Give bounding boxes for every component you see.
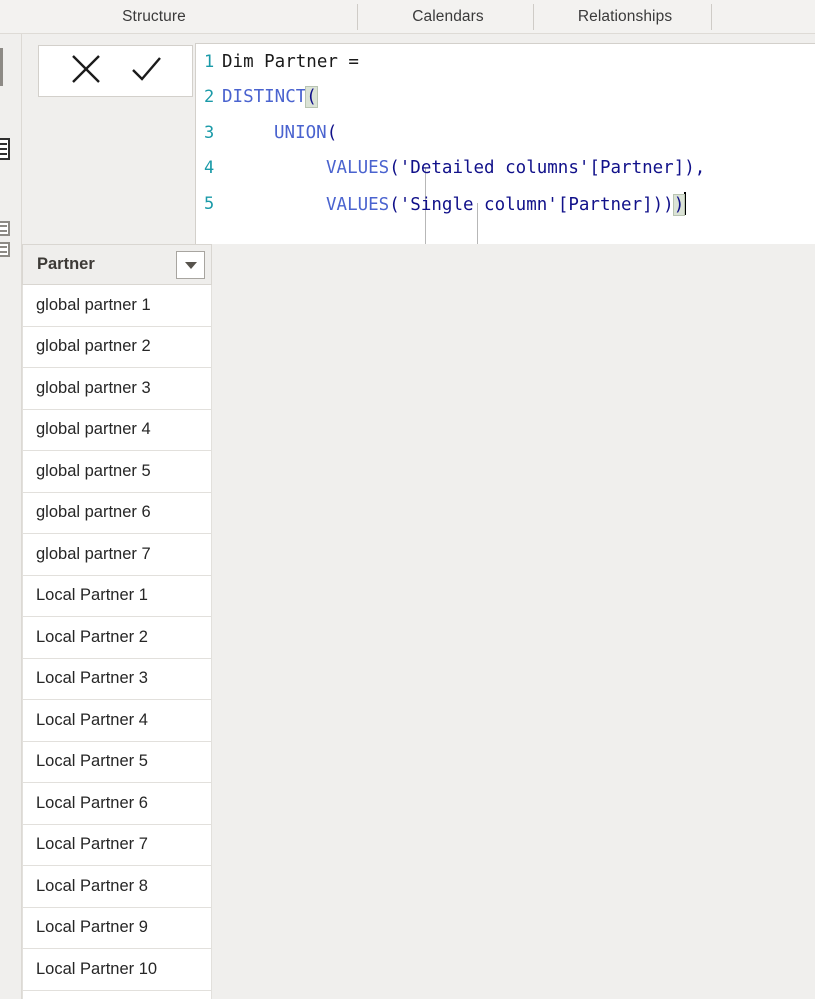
- grid-cell-partner: global partner 4: [36, 420, 151, 439]
- left-icon-rail: [0, 34, 22, 999]
- result-grid: Partner global partner 1 global partner 2…: [22, 244, 212, 999]
- table-row[interactable]: Local Partner 9: [22, 907, 212, 949]
- tab-separator: [711, 4, 712, 30]
- app-window: Structure Calendars Relationships 1 Dim …: [0, 0, 815, 999]
- table-row[interactable]: global partner 6: [22, 492, 212, 534]
- code-text: Dim Partner =: [222, 51, 359, 72]
- paren-close: )): [652, 195, 674, 216]
- check-mark-icon[interactable]: [129, 52, 163, 91]
- grid-cell-partner: global partner 5: [36, 461, 151, 480]
- grid-cell-partner: Local Partner 5: [36, 752, 148, 771]
- view-tab-strip: Structure Calendars Relationships: [0, 0, 815, 34]
- table-row[interactable]: Local Partner 4: [22, 700, 212, 742]
- grid-cell-partner: Local Partner 10: [36, 959, 158, 978]
- table-row[interactable]: Local Partner 3: [22, 658, 212, 700]
- formula-confirm-buttons: [38, 45, 193, 97]
- formula-edit-bar: 1 Dim Partner = 2 DISTINCT( 3 UNION( 4 V…: [22, 34, 815, 275]
- tab-structure-label: Structure: [122, 7, 186, 25]
- table-row[interactable]: Local Partner 8: [22, 866, 212, 908]
- code-line: 1 Dim Partner =: [196, 44, 815, 80]
- table-grid-icon[interactable]: [0, 138, 11, 160]
- paren-close: ),: [684, 158, 706, 179]
- grid-cell-partner: Local Partner 9: [36, 918, 148, 937]
- table-row[interactable]: Local Partner 6: [22, 783, 212, 825]
- line-number: 5: [204, 193, 215, 214]
- vertical-bar-icon[interactable]: [0, 48, 11, 86]
- tab-separator: [357, 4, 358, 30]
- tab-calendars[interactable]: Calendars: [368, 0, 528, 33]
- paren-open: (: [326, 122, 338, 143]
- dax-function-distinct: DISTINCT: [222, 87, 307, 108]
- chevron-down-icon: [184, 261, 197, 269]
- dax-table-ref: 'Detailed columns': [399, 158, 590, 179]
- line-number: 4: [204, 158, 215, 179]
- tab-relationships-label: Relationships: [577, 7, 673, 25]
- grid-cell-partner: Local Partner 4: [36, 710, 148, 729]
- line-number: 2: [204, 87, 215, 108]
- grid-cell-partner: Local Partner 2: [36, 627, 148, 646]
- table-list-icon-secondary[interactable]: [0, 242, 11, 257]
- line-number: 1: [204, 51, 215, 72]
- dax-column-ref: [Partner]: [589, 158, 685, 179]
- table-list-icon[interactable]: [0, 221, 11, 236]
- dax-formula-editor[interactable]: 1 Dim Partner = 2 DISTINCT( 3 UNION( 4 V…: [195, 43, 815, 275]
- table-row[interactable]: global partner 4: [22, 409, 212, 451]
- grid-column-header-label: Partner: [37, 255, 95, 273]
- table-row[interactable]: global partner 5: [22, 451, 212, 493]
- table-row[interactable]: Local Partner 7: [22, 824, 212, 866]
- grid-body: global partner 1 global partner 2 global p…: [22, 285, 212, 999]
- code-line: 3 UNION(: [196, 115, 815, 151]
- grid-cell-partner: global partner 7: [36, 544, 151, 563]
- empty-canvas: [212, 244, 815, 999]
- table-row[interactable]: global partner 3: [22, 368, 212, 410]
- table-row[interactable]: global partner 2: [22, 326, 212, 368]
- grid-cell-partner: Local Partner 7: [36, 835, 148, 854]
- matched-paren-open: (: [305, 86, 318, 109]
- tab-separator: [533, 4, 534, 30]
- table-row[interactable]: Local Partner 10: [22, 949, 212, 991]
- dax-column-ref: [Partner]: [557, 195, 653, 216]
- table-row[interactable]: Local Partner 2: [22, 617, 212, 659]
- tab-relationships[interactable]: Relationships: [540, 0, 710, 33]
- grid-cell-partner: global partner 3: [36, 378, 151, 397]
- dax-function-values: VALUES: [326, 195, 390, 216]
- paren-open: (: [389, 158, 400, 179]
- table-row[interactable]: Local Partner 5: [22, 741, 212, 783]
- tab-calendars-label: Calendars: [412, 7, 484, 25]
- grid-column-header-partner[interactable]: Partner: [22, 244, 212, 285]
- column-filter-button[interactable]: [176, 251, 205, 279]
- tab-structure[interactable]: Structure: [25, 0, 283, 33]
- dax-function-values: VALUES: [326, 158, 390, 179]
- grid-cell-partner: global partner 6: [36, 503, 151, 522]
- grid-cell-partner: global partner 1: [36, 295, 151, 314]
- grid-cell-partner: Local Partner 6: [36, 793, 148, 812]
- dax-function-union: UNION: [274, 122, 327, 143]
- table-row[interactable]: [22, 990, 212, 999]
- paren-open: (: [389, 195, 400, 216]
- code-line: 5 VALUES('Single column'[Partner]))): [196, 186, 815, 222]
- matched-paren-close: ): [672, 194, 686, 217]
- grid-cell-partner: Local Partner 1: [36, 586, 148, 605]
- text-caret: [684, 192, 687, 216]
- code-line: 4 VALUES('Detailed columns'[Partner]),: [196, 151, 815, 187]
- close-x-icon[interactable]: [69, 52, 103, 91]
- grid-cell-partner: Local Partner 3: [36, 669, 148, 688]
- grid-cell-partner: Local Partner 8: [36, 876, 148, 895]
- dax-table-ref: 'Single column': [399, 195, 558, 216]
- line-number: 3: [204, 122, 215, 143]
- table-row[interactable]: global partner 7: [22, 534, 212, 576]
- table-row[interactable]: Local Partner 1: [22, 575, 212, 617]
- grid-cell-partner: global partner 2: [36, 337, 151, 356]
- code-line: 2 DISTINCT(: [196, 80, 815, 116]
- table-row[interactable]: global partner 1: [22, 285, 212, 327]
